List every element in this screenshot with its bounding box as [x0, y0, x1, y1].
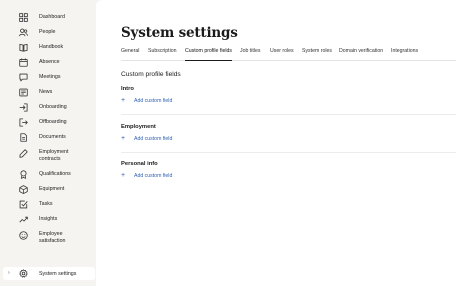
sidebar: Dashboard People Handbook Absence Meetin…: [0, 0, 96, 286]
sidebar-item-dashboard[interactable]: Dashboard: [0, 12, 96, 22]
sidebar-item-label-line1: Employee: [39, 231, 63, 237]
sidebar-item-tasks[interactable]: Tasks: [0, 199, 96, 209]
plus-icon: +: [121, 97, 126, 104]
sidebar-item-label: Dashboard: [39, 13, 65, 20]
add-custom-field-label: Add custom field: [134, 173, 173, 179]
sidebar-item-label: Insights: [39, 215, 58, 222]
plus-icon: +: [121, 172, 126, 179]
sidebar-item-label: Meetings: [39, 73, 61, 80]
qualification-icon: [19, 169, 28, 179]
sidebar-item-label: News: [39, 88, 53, 95]
sidebar-item-employee-satisfaction[interactable]: Employee satisfaction: [0, 230, 96, 246]
grid-icon: [19, 12, 28, 22]
section-title: Custom profile fields: [121, 71, 181, 78]
group-title-employment: Employment: [121, 124, 156, 130]
sidebar-item-label: People: [39, 28, 56, 35]
news-icon: [19, 88, 28, 97]
sidebar-item-insights[interactable]: Insights: [0, 214, 96, 224]
add-custom-field-button-personal-info[interactable]: + Add custom field: [121, 172, 173, 179]
sidebar-item-label: System settings: [39, 270, 77, 277]
sidebar-item-meetings[interactable]: Meetings: [0, 72, 96, 82]
sidebar-item-label-line2: contracts: [39, 156, 61, 162]
sidebar-item-qualifications[interactable]: Qualifications: [0, 169, 96, 179]
insights-icon: [19, 215, 28, 224]
book-icon: [19, 43, 28, 52]
tab-domain-verification[interactable]: Domain verification: [339, 48, 383, 61]
page-title: System settings: [121, 25, 238, 41]
tab-system-roles[interactable]: System roles: [302, 48, 332, 61]
tab-subscription[interactable]: Subscription: [148, 48, 177, 61]
satisfaction-icon: [19, 230, 28, 240]
sidebar-item-absence[interactable]: Absence: [0, 57, 96, 67]
chat-icon: [19, 73, 28, 82]
add-custom-field-button-employment[interactable]: + Add custom field: [121, 135, 173, 142]
sidebar-item-label-line1: Employment: [39, 149, 69, 155]
divider: [121, 114, 456, 115]
sidebar-item-employment-contracts[interactable]: Employment contracts: [0, 148, 96, 164]
onboarding-icon: [19, 102, 28, 112]
sidebar-item-people[interactable]: People: [0, 27, 96, 37]
add-custom-field-button-intro[interactable]: + Add custom field: [121, 97, 173, 104]
sidebar-item-label: Qualifications: [39, 170, 71, 177]
sidebar-item-label: Equipment: [39, 185, 65, 192]
main-panel: System settings General Subscription Cus…: [96, 0, 474, 286]
sidebar-item-documents[interactable]: Documents: [0, 132, 96, 142]
task-icon: [19, 200, 28, 209]
sidebar-item-handbook[interactable]: Handbook: [0, 42, 96, 52]
contract-icon: [19, 148, 28, 158]
sidebar-item-label-line2: satisfaction: [39, 238, 66, 244]
plus-icon: +: [121, 135, 126, 142]
calendar-icon: [19, 57, 28, 67]
tab-user-roles[interactable]: User roles: [270, 48, 294, 61]
sidebar-item-label: Offboarding: [39, 118, 67, 125]
sidebar-item-equipment[interactable]: Equipment: [0, 184, 96, 194]
group-title-intro: Intro: [121, 86, 134, 92]
sidebar-item-label: Absence: [39, 58, 60, 65]
sidebar-item-onboarding[interactable]: Onboarding: [0, 102, 96, 112]
gear-icon: [19, 269, 28, 278]
sidebar-item-label: Onboarding: [39, 103, 67, 110]
chevron-right-icon: ›: [8, 270, 10, 276]
sidebar-item-label: Documents: [39, 133, 66, 140]
offboarding-icon: [19, 117, 28, 127]
sidebar-item-label: Handbook: [39, 43, 64, 50]
sidebar-item-news[interactable]: News: [0, 87, 96, 97]
people-icon: [19, 28, 28, 37]
add-custom-field-label: Add custom field: [134, 136, 173, 142]
document-icon: [19, 132, 28, 142]
add-custom-field-label: Add custom field: [134, 98, 173, 104]
tab-custom-profile-fields[interactable]: Custom profile fields: [185, 48, 232, 61]
sidebar-item-offboarding[interactable]: Offboarding: [0, 117, 96, 127]
equipment-icon: [19, 184, 28, 194]
tab-bar: General Subscription Custom profile fiel…: [121, 47, 456, 61]
tab-general[interactable]: General: [121, 48, 139, 61]
divider: [121, 152, 456, 153]
sidebar-item-label: Tasks: [39, 200, 53, 207]
tab-integrations[interactable]: Integrations: [391, 48, 418, 61]
tab-job-titles[interactable]: Job titles: [240, 48, 260, 61]
sidebar-item-system-settings[interactable]: › System settings: [3, 267, 95, 280]
group-title-personal-info: Personal info: [121, 161, 158, 167]
